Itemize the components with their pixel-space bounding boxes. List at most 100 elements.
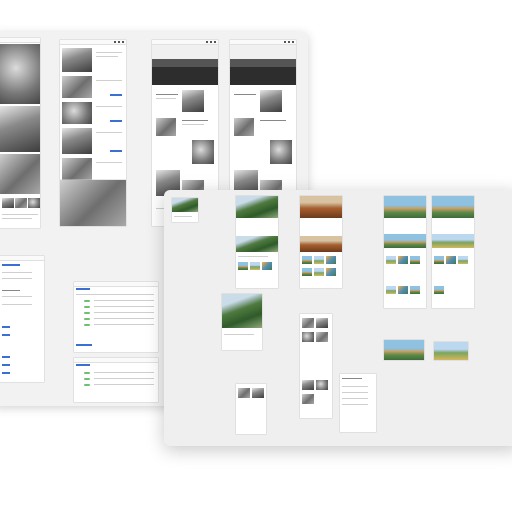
content-image — [192, 140, 214, 164]
ruins-page[interactable] — [300, 196, 342, 288]
beach-gallery[interactable] — [384, 340, 424, 360]
table-row[interactable] — [94, 372, 154, 373]
table-row[interactable] — [94, 324, 154, 325]
table-row[interactable] — [94, 300, 154, 301]
frame-topbar — [74, 282, 158, 287]
thumb-image — [302, 256, 312, 264]
thumb-image — [28, 198, 40, 208]
toggle-option[interactable] — [2, 334, 10, 336]
hero-image — [300, 196, 342, 218]
filter-option[interactable] — [342, 386, 368, 387]
text-line — [182, 124, 204, 125]
card-image — [172, 198, 198, 212]
menu-icon[interactable] — [206, 41, 216, 43]
listing-image — [62, 76, 92, 98]
thumb-image — [314, 256, 324, 264]
table-frame-b[interactable] — [74, 358, 158, 402]
form-field[interactable] — [2, 278, 32, 279]
feature-image — [0, 106, 40, 152]
filter-panel[interactable] — [340, 374, 376, 432]
table-row[interactable] — [94, 312, 154, 313]
toggle-option[interactable] — [2, 356, 10, 358]
form-field[interactable] — [2, 272, 32, 273]
hero-image — [236, 236, 278, 252]
beach-page-a[interactable] — [384, 196, 426, 308]
thumb-image — [262, 262, 272, 270]
section-header — [2, 264, 20, 266]
filter-option[interactable] — [342, 404, 368, 405]
toggle-option[interactable] — [2, 326, 10, 328]
thumb-image — [446, 256, 456, 264]
cta-button[interactable] — [110, 94, 122, 96]
grid-image — [252, 388, 264, 398]
content-image — [270, 140, 292, 164]
table-row[interactable] — [94, 384, 154, 385]
text-line — [342, 378, 362, 379]
small-card-a[interactable] — [172, 198, 198, 222]
thumb-image — [250, 262, 260, 270]
status-badge — [84, 300, 90, 302]
meadow-tile[interactable] — [434, 342, 468, 360]
cta-button[interactable] — [110, 150, 122, 152]
tab-active[interactable] — [76, 288, 90, 290]
grayscale-home-frame[interactable] — [0, 38, 40, 228]
status-badge — [84, 324, 90, 326]
table-row[interactable] — [94, 318, 154, 319]
city-grid-b[interactable] — [236, 384, 266, 434]
cta-button[interactable] — [110, 120, 122, 122]
beach-page-b[interactable] — [432, 196, 474, 308]
grid-image — [238, 388, 250, 398]
thumb-image — [398, 286, 408, 294]
text-line — [156, 98, 176, 99]
thumb-image — [314, 268, 324, 276]
listing-image — [62, 48, 92, 72]
grid-image — [316, 332, 328, 342]
gallery-image — [384, 340, 424, 360]
thumb-image — [458, 256, 468, 264]
content-image — [234, 118, 254, 136]
mountain-page-a[interactable] — [236, 196, 278, 288]
text-line — [234, 94, 256, 95]
hero-image — [152, 45, 218, 85]
table-row[interactable] — [94, 306, 154, 307]
table-row[interactable] — [94, 378, 154, 379]
filter-option[interactable] — [342, 398, 368, 399]
design-board-right[interactable] — [164, 190, 512, 446]
status-badge — [84, 378, 90, 380]
menu-icon[interactable] — [284, 41, 294, 43]
form-field[interactable] — [2, 304, 32, 305]
hero-image — [300, 236, 342, 252]
mountain-modal[interactable] — [222, 294, 262, 350]
feature-image — [0, 154, 40, 194]
table-header — [76, 294, 154, 295]
text-line — [96, 56, 118, 57]
thumb-image — [2, 198, 14, 208]
listing-image — [62, 102, 92, 124]
menu-icon[interactable] — [114, 41, 124, 43]
text-line — [260, 120, 286, 121]
thumb-image — [434, 256, 444, 264]
toggle-option[interactable] — [2, 372, 10, 374]
thumb-image — [398, 256, 408, 264]
frame-topbar — [0, 256, 44, 261]
action-button[interactable] — [76, 344, 92, 346]
thumb-image — [302, 268, 312, 276]
toggle-option[interactable] — [2, 364, 10, 366]
text-line — [224, 334, 254, 335]
content-image — [260, 90, 282, 112]
text-line — [156, 94, 178, 95]
hero-image — [432, 196, 474, 218]
form-frame[interactable] — [0, 256, 44, 382]
map-frame[interactable] — [60, 180, 126, 226]
form-field[interactable] — [2, 296, 32, 297]
text-line — [182, 120, 208, 121]
city-grid-a[interactable] — [300, 314, 332, 418]
status-badge — [84, 384, 90, 386]
content-image — [156, 118, 176, 136]
grid-image — [302, 394, 314, 404]
text-line — [238, 256, 268, 257]
table-frame-a[interactable] — [74, 282, 158, 352]
frame-topbar — [74, 358, 158, 363]
tab-active[interactable] — [76, 364, 90, 366]
filter-option[interactable] — [342, 392, 368, 393]
